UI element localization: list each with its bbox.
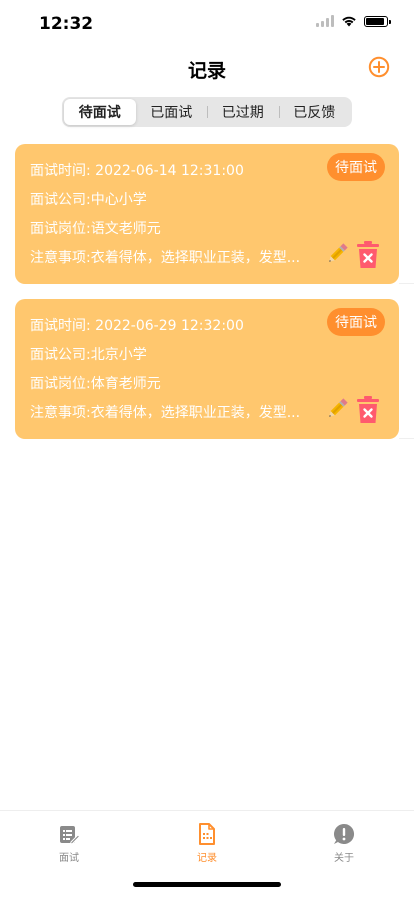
segment-interviewed[interactable]: 已面试 xyxy=(136,99,208,125)
tab-label: 面试 xyxy=(59,853,79,864)
segment-feedback[interactable]: 已反馈 xyxy=(278,99,351,125)
trash-icon[interactable] xyxy=(357,241,379,269)
status-bar: 12:32 xyxy=(0,0,414,48)
record-position: 面试岗位:体育老师元 xyxy=(30,376,161,392)
pencil-icon[interactable] xyxy=(324,241,350,267)
record-time: 面试时间: 2022-06-29 12:32:00 xyxy=(30,318,244,334)
divider xyxy=(399,283,414,284)
trash-icon[interactable] xyxy=(357,396,379,424)
battery-icon xyxy=(364,15,391,27)
page-title: 记录 xyxy=(187,60,226,82)
record-company: 面试公司:北京小学 xyxy=(30,347,147,363)
record-notes: 注意事项:衣着得体，选择职业正装，发型... xyxy=(30,250,301,266)
divider xyxy=(399,438,414,439)
tab-interview[interactable]: 面试 xyxy=(34,823,104,864)
record-card[interactable]: 面试时间: 2022-06-29 12:32:00 面试公司:北京小学 面试岗位… xyxy=(15,299,399,439)
about-icon xyxy=(334,823,355,844)
tab-about[interactable]: 关于 xyxy=(309,823,379,864)
home-indicator xyxy=(133,882,281,887)
tab-label: 记录 xyxy=(197,853,217,864)
record-icon xyxy=(199,823,215,845)
status-badge[interactable]: 待面试 xyxy=(327,153,385,181)
signal-icon xyxy=(316,15,334,27)
status-segmented-control: 待面试 已面试 已过期 已反馈 xyxy=(62,97,352,127)
segment-pending[interactable]: 待面试 xyxy=(64,99,136,125)
record-company: 面试公司:中心小学 xyxy=(30,192,147,208)
record-card[interactable]: 面试时间: 2022-06-14 12:31:00 面试公司:中心小学 面试岗位… xyxy=(15,144,399,284)
record-notes: 注意事项:衣着得体，选择职业正装，发型... xyxy=(30,405,301,421)
navigation-bar: 记录 xyxy=(0,48,414,88)
segment-expired[interactable]: 已过期 xyxy=(207,99,279,125)
status-time: 12:32 xyxy=(39,14,94,34)
status-icons xyxy=(316,15,391,27)
wifi-icon xyxy=(342,16,356,27)
tab-label: 关于 xyxy=(334,853,354,864)
record-time: 面试时间: 2022-06-14 12:31:00 xyxy=(30,163,244,179)
status-badge[interactable]: 待面试 xyxy=(327,308,385,336)
pencil-icon[interactable] xyxy=(324,396,350,422)
add-record-button[interactable] xyxy=(368,56,390,78)
record-position: 面试岗位:语文老师元 xyxy=(30,221,161,237)
tab-records[interactable]: 记录 xyxy=(172,823,242,864)
interview-icon xyxy=(60,826,80,845)
